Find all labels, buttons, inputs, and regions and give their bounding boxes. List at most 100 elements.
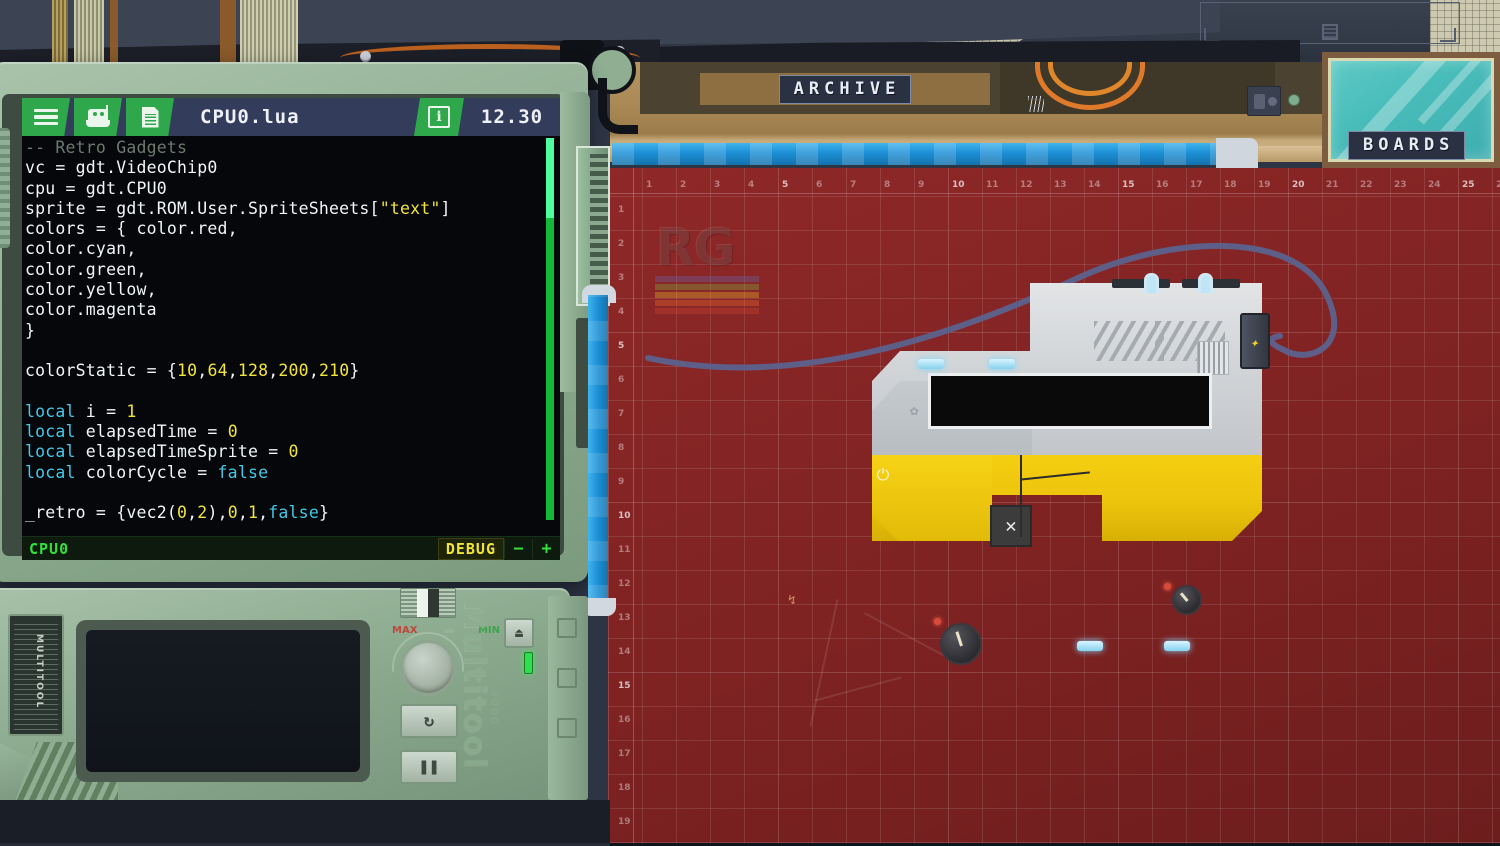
ruler-tick-label: 11 xyxy=(618,545,631,555)
code-line: vc = gdt.VideoChip0 xyxy=(25,158,560,178)
gadget-top-hook[interactable] xyxy=(1198,273,1213,293)
blue-pipe-horizontal xyxy=(612,143,1220,165)
info-icon: i xyxy=(428,106,450,128)
rg-logo: RG xyxy=(655,222,771,338)
code-line: local i = 1 xyxy=(25,402,560,422)
gadget-vent xyxy=(1094,321,1164,361)
power-icon[interactable]: ⏻ xyxy=(872,463,894,487)
screw xyxy=(360,51,371,62)
editor-screen[interactable]: CPU0.lua i 12.30 -- Retro Gadgetsvc = gd… xyxy=(22,98,560,560)
menu-button[interactable] xyxy=(22,98,70,136)
code-editor-text[interactable]: -- Retro Gadgetsvc = gdt.VideoChip0cpu =… xyxy=(22,136,560,522)
rail-slot-icon xyxy=(557,718,577,738)
archive-plaque[interactable]: ARCHIVE xyxy=(700,73,990,105)
ruler-tick-label: 1 xyxy=(646,180,652,190)
multitool-dial[interactable] xyxy=(400,640,456,696)
ruler-tick-label: 14 xyxy=(618,647,631,657)
gadget-indicator-led xyxy=(934,618,941,625)
ruler-tick-label: 18 xyxy=(618,783,631,793)
ruler-tick-label: 5 xyxy=(618,341,624,351)
code-line: colorStatic = {10,64,128,200,210} xyxy=(25,361,560,381)
code-line: cpu = gdt.CPU0 xyxy=(25,179,560,199)
rail-slot-icon xyxy=(557,618,577,638)
rail-slot-icon xyxy=(557,668,577,688)
multitool-power-led xyxy=(524,652,533,674)
gadget-led xyxy=(918,359,944,369)
socket-screw xyxy=(1288,94,1300,106)
pause-button[interactable]: ❚❚ xyxy=(400,750,458,784)
ruler-tick-label: 21 xyxy=(1326,180,1339,190)
file-browser-button[interactable] xyxy=(126,98,174,136)
gadget-indicator-led xyxy=(1164,583,1171,590)
reset-button[interactable]: ↻ xyxy=(400,704,458,738)
ruler-tick-label: 26 xyxy=(1496,180,1500,190)
zoom-in-button[interactable]: + xyxy=(532,539,560,559)
gadget-view-button[interactable] xyxy=(74,98,122,136)
robot-gadget-icon xyxy=(86,107,110,127)
ruler-tick-label: 1 xyxy=(618,205,624,215)
eject-button[interactable]: ⏏ xyxy=(504,618,534,648)
gadget-knob-small[interactable] xyxy=(1172,585,1202,615)
code-line: color.yellow, xyxy=(25,280,560,300)
ruler-tick-label: 14 xyxy=(1088,180,1101,190)
ruler-tick-label: 16 xyxy=(1156,180,1169,190)
code-line: local elapsedTime = 0 xyxy=(25,422,560,442)
info-button[interactable]: i xyxy=(414,98,464,136)
ruler-tick-label: 15 xyxy=(618,681,631,691)
ruler-tick-label: 2 xyxy=(618,239,624,249)
mat-debris: ↯ xyxy=(788,593,796,608)
code-line xyxy=(25,341,560,361)
frame-corner-bl xyxy=(1204,28,1220,42)
multitool-brand: Multitool xyxy=(452,600,492,790)
ruler-tick-label: 19 xyxy=(618,817,631,827)
ruler-tick-label: 4 xyxy=(618,307,624,317)
gadget-top-hook[interactable] xyxy=(1144,273,1159,293)
scrollbar-track[interactable] xyxy=(546,138,554,520)
gadget-grill xyxy=(1197,341,1229,375)
gadget-knob-large[interactable] xyxy=(940,623,982,665)
multitool-side-rail xyxy=(548,596,588,800)
ruler-tick-label: 18 xyxy=(1224,180,1237,190)
ruler-tick-label: 8 xyxy=(618,443,624,453)
multitool-sticker: MULTITOOL xyxy=(8,614,64,736)
debug-badge[interactable]: DEBUG xyxy=(438,538,504,560)
code-line xyxy=(25,483,560,503)
ruler-tick-label: 19 xyxy=(1258,180,1271,190)
multitool-screen[interactable] xyxy=(86,630,360,772)
ruler-tick-label: 16 xyxy=(618,715,631,725)
port-icon: ✦ xyxy=(1250,335,1258,351)
code-line: color.green, xyxy=(25,260,560,280)
multitool-sticker-text: MULTITOOL xyxy=(34,634,44,709)
code-line: color.magenta xyxy=(25,300,560,320)
ruler-tick-label: 22 xyxy=(1360,180,1373,190)
code-line: sprite = gdt.ROM.User.SpriteSheets["text… xyxy=(25,199,560,219)
ruler-tick-label: 13 xyxy=(1054,180,1067,190)
code-line: local elapsedTimeSprite = 0 xyxy=(25,442,560,462)
zoom-out-button[interactable]: − xyxy=(504,539,532,559)
editor-status-bar: CPU0 DEBUG − + xyxy=(22,536,560,560)
ruler-tick-label: 9 xyxy=(618,477,624,487)
frame-corner-br xyxy=(1440,28,1456,42)
ruler-tick-label: 6 xyxy=(816,180,822,190)
power-socket[interactable] xyxy=(1247,86,1281,116)
gadget-led xyxy=(989,359,1015,369)
gadget-screw-icon: ✿ xyxy=(910,403,918,419)
gadget-screen[interactable] xyxy=(928,373,1212,429)
scrollbar-thumb[interactable] xyxy=(546,138,554,218)
blue-pipe-vertical-left xyxy=(588,295,608,605)
gadget-port[interactable]: ✦ xyxy=(1240,313,1270,369)
ruler-tick-label: 2 xyxy=(680,180,686,190)
ruler-tick-label: 17 xyxy=(1190,180,1203,190)
code-line: colors = { color.red, xyxy=(25,219,560,239)
close-button[interactable]: ✕ xyxy=(990,505,1032,547)
clock-display: 12.30 xyxy=(464,98,560,136)
retro-gadget[interactable]: ✿ ⏻ ✕ ✦ xyxy=(872,283,1262,541)
gadget-led xyxy=(1077,641,1103,651)
gadget-seam xyxy=(1020,455,1022,537)
ruler-tick-label: 7 xyxy=(618,409,624,419)
wall-plate-icon xyxy=(1322,24,1338,40)
desk-shadow xyxy=(0,800,610,843)
boards-label: BOARDS xyxy=(1348,131,1465,160)
multitool-toggle-switch[interactable] xyxy=(400,588,456,618)
ruler-tick-label: 10 xyxy=(952,180,965,190)
